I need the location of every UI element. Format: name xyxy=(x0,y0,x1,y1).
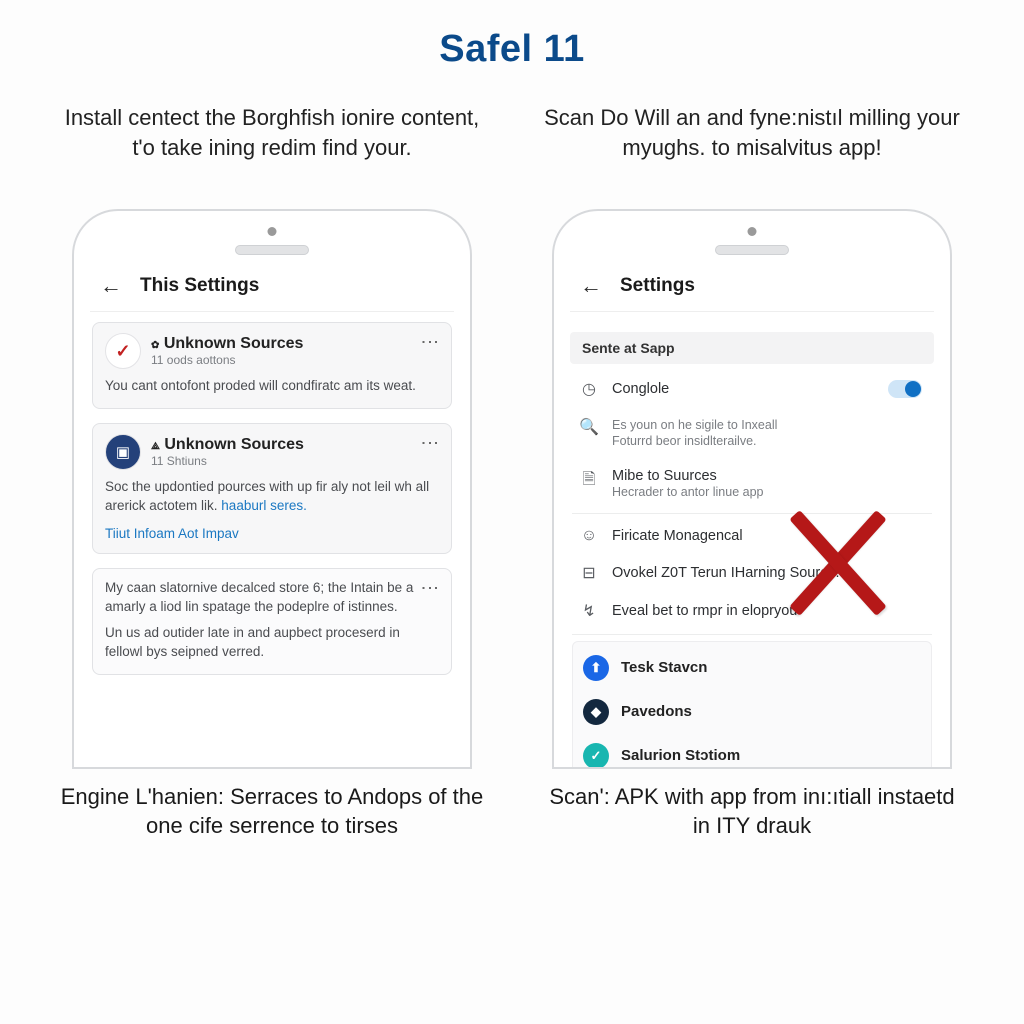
card-title: ✿ Unknown Sources xyxy=(151,335,303,353)
left-phone-frame: ← This Settings ⋮ ✓ ✿ Unknown Sources 11… xyxy=(72,209,472,769)
app-header: ← Settings xyxy=(570,269,934,312)
setting-label: Firicate Monagencal xyxy=(612,528,743,544)
app-icon: ⬆ xyxy=(583,655,609,681)
card-body-text: My caan slatornive decalced store 6; the… xyxy=(105,579,439,617)
inline-link[interactable]: haaburl seres. xyxy=(221,498,307,513)
app-list-item[interactable]: ✓ Salurion Stɔtiom xyxy=(579,734,925,769)
app-icon: ◆ xyxy=(583,699,609,725)
overflow-menu-icon[interactable]: ⋮ xyxy=(419,333,441,350)
two-column-layout: Install centect the Borghfish ionire con… xyxy=(0,71,1024,840)
document-icon: 🗎 xyxy=(578,468,600,495)
phone-side-button xyxy=(951,511,952,591)
card-body-text: Un us ad outider late in and aupbect pro… xyxy=(105,616,439,662)
app-header-title: Settings xyxy=(620,275,695,297)
phone-side-button xyxy=(471,356,472,404)
card-footer-link[interactable]: Tiiut Infoam Aot Impav xyxy=(105,526,239,541)
setting-label: Ovokel Z0T Terun IHarning Source. xyxy=(612,565,840,581)
phone-side-button xyxy=(471,416,472,464)
app-name: Tesk Stavcn xyxy=(621,659,707,676)
card-body-text: You cant ontofont proded will condfiratc… xyxy=(105,369,439,396)
settings-card-info: ⋮ My caan slatornive decalced store 6; t… xyxy=(92,568,452,676)
page-title: Safel 11 xyxy=(0,0,1024,71)
app-name: Salurion Stɔtiom xyxy=(621,747,740,764)
divider xyxy=(572,634,932,635)
setting-row[interactable]: ⊟ Ovokel Z0T Terun IHarning Source. xyxy=(572,554,932,592)
settings-card-unknown-sources-2[interactable]: ⋮ ▣ ⟁ Unknown Sources 11 Shtiuns Soc the xyxy=(92,423,452,554)
left-caption-top: Install centect the Borghfish ionire con… xyxy=(52,89,492,209)
setting-label: Mibe to Suurces xyxy=(612,468,763,484)
dial-icon: ◷ xyxy=(578,379,600,399)
phone-side-button xyxy=(951,416,952,464)
back-arrow-icon[interactable]: ← xyxy=(576,273,606,299)
card-subtitle: 11 Shtiuns xyxy=(151,454,304,468)
app-icon: ✓ xyxy=(583,743,609,769)
setting-row[interactable]: ↯ Eveal bet to rmpr in elopryou xyxy=(572,592,932,630)
back-arrow-icon[interactable]: ← xyxy=(96,273,126,299)
setting-label: Conglole xyxy=(612,381,669,397)
setting-description: Es youn on he sigile to Inxeall xyxy=(612,417,777,433)
app-list-item[interactable]: ◆ Pavedons xyxy=(579,690,925,734)
badge-icon: ✿ xyxy=(151,340,159,351)
phone-side-button xyxy=(951,356,952,404)
left-caption-bottom: Engine L'hanien: Serraces to Andops of t… xyxy=(52,769,492,840)
right-caption-top: Scan Do Will an and fyne:nistıl milling … xyxy=(532,89,972,209)
search-icon: 🔍 xyxy=(578,417,600,437)
checkmark-icon: ✓ xyxy=(105,333,141,369)
overflow-menu-icon[interactable]: ⋮ xyxy=(419,579,441,596)
smile-icon: ☺ xyxy=(578,527,600,545)
setting-row-toggle[interactable]: ◷ Conglole xyxy=(572,370,932,408)
overflow-menu-icon[interactable]: ⋮ xyxy=(419,434,441,451)
storage-icon: ⊟ xyxy=(578,563,600,583)
app-header: ← This Settings xyxy=(90,269,454,312)
settings-card-unknown-sources-1[interactable]: ⋮ ✓ ✿ Unknown Sources 11 oods aottons Yo… xyxy=(92,322,452,409)
share-icon: ↯ xyxy=(578,601,600,621)
setting-row[interactable]: ☺ Firicate Monagencal xyxy=(572,518,932,554)
app-list-item[interactable]: ⬆ Tesk Stavcn xyxy=(579,646,925,690)
app-name: Pavedons xyxy=(621,703,692,720)
right-column: Scan Do Will an and fyne:nistıl milling … xyxy=(532,89,972,840)
card-title: ⟁ Unknown Sources xyxy=(151,436,304,454)
setting-link[interactable]: Hecrader to antor linue app xyxy=(612,485,763,499)
phone-side-button xyxy=(471,511,472,591)
settings-scroll-area[interactable]: ⋮ ✓ ✿ Unknown Sources 11 oods aottons Yo… xyxy=(90,312,454,675)
card-body-text: Soc the updontied pources with up fir al… xyxy=(105,470,439,516)
package-icon: ▣ xyxy=(105,434,141,470)
setting-row-search[interactable]: 🔍 Es youn on he sigile to Inxeall Foturr… xyxy=(572,408,932,459)
card-subtitle: 11 oods aottons xyxy=(151,353,303,367)
setting-label: Eveal bet to rmpr in elopryou xyxy=(612,603,797,619)
right-phone-frame: ← Settings Sente at Sapp ◷ Conglole 🔍 Es… xyxy=(552,209,952,769)
section-header: Sente at Sapp xyxy=(570,332,934,364)
setting-description: Foturrd beor insidlterailve. xyxy=(612,433,777,449)
setting-row-sources[interactable]: 🗎 Mibe to Suurces Hecrader to antor linu… xyxy=(572,459,932,509)
divider xyxy=(572,513,932,514)
left-column: Install centect the Borghfish ionire con… xyxy=(52,89,492,840)
badge-icon: ⟁ xyxy=(151,441,160,452)
toggle-switch[interactable] xyxy=(888,380,922,398)
settings-scroll-area[interactable]: Sente at Sapp ◷ Conglole 🔍 Es youn on he… xyxy=(570,312,934,769)
right-caption-bottom: Scan': APK with app from inı:ıtiall inst… xyxy=(532,769,972,840)
app-header-title: This Settings xyxy=(140,275,259,297)
